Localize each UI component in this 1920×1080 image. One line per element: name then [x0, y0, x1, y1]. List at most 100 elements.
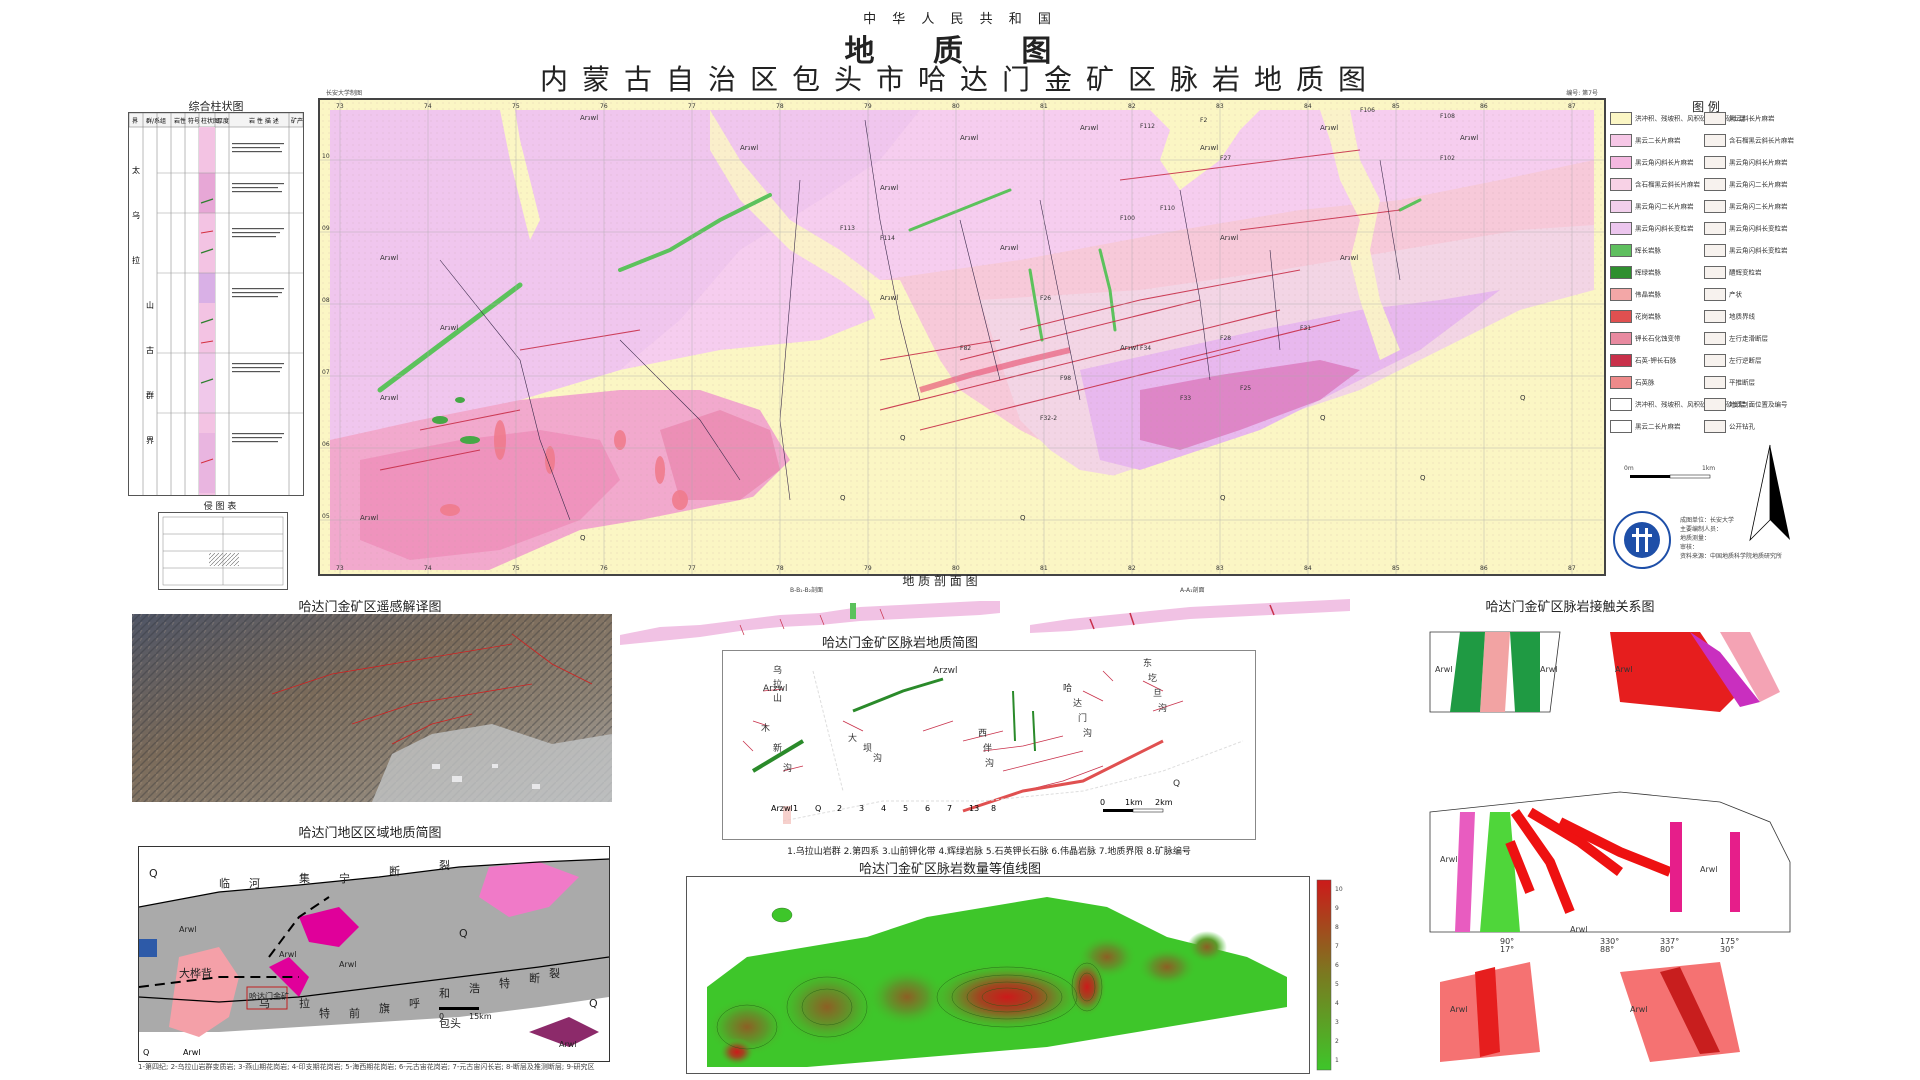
column-unit-label: 乌	[132, 210, 140, 220]
dike-legend-label: 8	[991, 804, 996, 813]
legend-label: 石英-钾长石脉	[1635, 356, 1677, 365]
column-unit-label: 群	[146, 390, 154, 400]
column-unit-label: 山	[146, 300, 154, 310]
contact-label: 30°	[1720, 945, 1734, 954]
regional-geology-map[interactable]: Q 临河集宁断裂 Arwl Arwl Arwl 大桦背乌拉特前旗呼和浩特断裂 Q Q 包头 Arw…	[138, 846, 610, 1062]
grid-tick-label: 76	[600, 103, 608, 110]
dike-map-label: Arzwl	[763, 684, 787, 694]
contour-scale-label: 10	[1335, 886, 1343, 893]
contact-label: Arwl	[1450, 1005, 1468, 1014]
legend-label: 地质剖面位置及编号	[1729, 400, 1788, 409]
scale-right-label: 1km	[1702, 465, 1716, 472]
region-label: Q	[459, 927, 468, 940]
dike-sketch-map[interactable]: 乌拉山木新沟大坝沟西伴沟哈达门沟东圪旦沟 Arzwl Arzwl Q Arzwl 1 Q 2…	[722, 650, 1256, 840]
credit-line: 审核：	[1680, 544, 1699, 551]
grid-tick-label: 86	[1480, 565, 1488, 572]
legend-item: 公开钻孔	[1704, 420, 1755, 433]
legend-swatch	[1610, 200, 1632, 213]
fault-label: F110	[1160, 205, 1175, 212]
contour-scale-label: 7	[1335, 943, 1339, 950]
legend-item: 平推断层	[1704, 376, 1755, 389]
grid-tick-label: 10	[322, 153, 330, 160]
region-label: 呼	[409, 997, 420, 1010]
dike-map-label: 木	[761, 722, 770, 734]
dike-map-label: 沟	[1083, 727, 1092, 739]
scale-label: 2km	[1155, 798, 1173, 807]
region-label: Arwl	[179, 925, 197, 934]
column-svg: 界群/系组岩性 符号 柱状图厚度岩 性 描 述矿产 太乌拉山古群界	[128, 112, 304, 495]
fault-label: F112	[1140, 123, 1155, 130]
contact-label: Arwl	[1630, 1005, 1648, 1014]
fault-label: F100	[1120, 215, 1135, 222]
unit-label-arzwl: Ar₃wl	[740, 144, 758, 152]
region-label: 特	[319, 1006, 330, 1020]
legend-label: 醴辉变粒岩	[1729, 268, 1762, 277]
column-header: 矿产	[291, 117, 303, 125]
legend-swatch	[1610, 376, 1632, 389]
grid-tick-label: 85	[1392, 103, 1400, 110]
dike-map-label: 沟	[783, 762, 792, 774]
dike-map-label: 山	[773, 693, 782, 704]
legend-item: 黑云二长片麻岩	[1610, 134, 1681, 147]
region-label: 河	[249, 877, 260, 890]
region-legend-label: Arwl	[183, 1048, 201, 1057]
fault-label: F114	[880, 235, 895, 242]
unit-label-arzwl: Ar₃wl	[1340, 254, 1358, 262]
unit-label-q: Q	[1020, 514, 1026, 522]
fault-label: F25	[1240, 385, 1251, 392]
grid-tick-label: 75	[512, 103, 520, 110]
unit-label-arzwl: Ar₃wl	[960, 134, 978, 142]
legend-swatch	[1610, 156, 1632, 169]
unit-label-arzwl: Ar₃wl	[380, 394, 398, 402]
dike-legend-label: Arzwl	[771, 804, 793, 813]
grid-tick-label: 74	[424, 103, 432, 110]
legend-label: 黑云二长片麻岩	[1635, 136, 1681, 145]
region-label: Arwl	[339, 960, 357, 969]
contour-scale-label: 8	[1335, 924, 1339, 931]
column-header: 厚度	[217, 117, 229, 125]
legend-swatch	[1610, 112, 1632, 125]
legend-item: 黑云斜长片麻岩	[1704, 112, 1775, 125]
legend-swatch	[1704, 288, 1726, 301]
grid-tick-label: 78	[776, 103, 784, 110]
legend-label: 石英脉	[1635, 378, 1655, 387]
main-geologic-map[interactable]: 73 73 74 74 75 75 76 76 77 77 78 78 79 79 80 80 81 81 82 82…	[318, 90, 1606, 576]
grid-tick-label: 84	[1304, 103, 1312, 110]
grid-tick-label: 77	[688, 565, 696, 572]
fault-label: F31	[1300, 325, 1311, 332]
legend-swatch	[1704, 112, 1726, 125]
legend-item: 伟晶岩脉	[1610, 288, 1661, 301]
legend-item: 钾长石化蚀变带	[1610, 332, 1681, 345]
dike-map-label: 旦	[1153, 688, 1162, 699]
dike-map-label: 东	[1143, 657, 1152, 669]
contour-map[interactable]	[686, 876, 1310, 1074]
credit-line: 资料来源：中国地质科学院地质研究所	[1680, 553, 1783, 560]
dike-map-label: 沟	[985, 757, 994, 769]
legend-item: 石英-钾长石脉	[1610, 354, 1676, 367]
legend-label: 黑云角闪斜长变粒岩	[1729, 224, 1788, 233]
dike-map-label: 沟	[873, 752, 882, 764]
grid-tick-label: 74	[424, 565, 432, 572]
dike-legend-label: 5	[903, 804, 908, 813]
dike-map-label: 门	[1078, 712, 1087, 724]
dike-map-title: 哈达门金矿区脉岩地质简图	[821, 636, 978, 651]
legend-label: 辉长岩脉	[1635, 246, 1661, 255]
column-unit-label: 古	[146, 345, 154, 355]
legend-swatch	[1610, 398, 1632, 411]
scale-bar: 0m 1km	[1620, 465, 1720, 493]
legend-item: 醴辉变粒岩	[1704, 266, 1762, 279]
legend-swatch	[1704, 332, 1726, 345]
grid-tick-label: 77	[688, 103, 696, 110]
legend-item: 石英脉	[1610, 376, 1655, 389]
unit-label-q: Q	[1520, 394, 1526, 402]
unit-label-q: Q	[580, 534, 586, 542]
contour-scale-label: 9	[1335, 905, 1339, 912]
grid-tick-label: 79	[864, 103, 872, 110]
fault-label: F108	[1440, 113, 1455, 120]
fault-label: F32-2	[1040, 415, 1057, 422]
unit-label-arzwl: Ar₃wl	[1460, 134, 1478, 142]
region-label: 临	[219, 876, 230, 890]
region-label: 和	[439, 987, 450, 1000]
legend-swatch	[1704, 266, 1726, 279]
legend-item: 黑云角闪二长片麻岩	[1704, 178, 1788, 191]
